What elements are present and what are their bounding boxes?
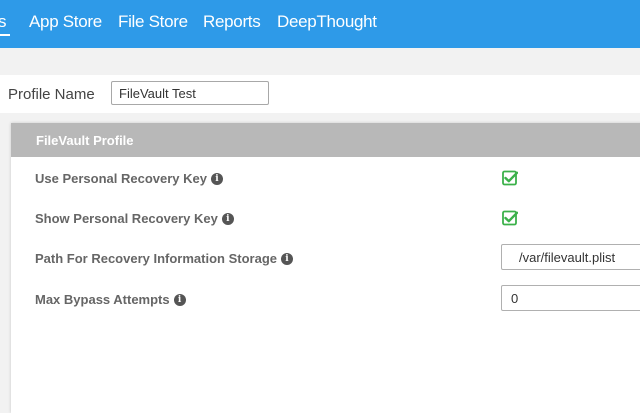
use-recovery-key-label-text: Use Personal Recovery Key	[35, 171, 207, 186]
info-circle-icon[interactable]: i	[221, 212, 234, 225]
nav-item-reports[interactable]: Reports	[203, 12, 261, 32]
panel-title: FileVault Profile	[36, 133, 134, 148]
recovery-path-input[interactable]	[501, 244, 640, 270]
recovery-path-label: Path For Recovery Information Storage i	[35, 251, 293, 266]
nav-item-file-store[interactable]: File Store	[118, 12, 188, 32]
panel-header: FileVault Profile	[11, 123, 640, 157]
use-recovery-key-checkbox[interactable]	[502, 170, 518, 186]
info-circle-icon[interactable]: i	[173, 293, 186, 306]
recovery-path-label-text: Path For Recovery Information Storage	[35, 251, 277, 266]
nav-item-app-store[interactable]: App Store	[29, 12, 102, 32]
nav-active-indicator	[0, 34, 10, 36]
info-circle-icon[interactable]: i	[281, 252, 293, 265]
max-bypass-input[interactable]	[501, 285, 640, 311]
profile-name-label: Profile Name	[8, 86, 95, 103]
nav-item-deepthought[interactable]: DeepThought	[277, 12, 377, 32]
show-recovery-key-label: Show Personal Recovery Key i	[35, 211, 234, 226]
info-circle-icon[interactable]: i	[210, 172, 223, 185]
nav-item-partial[interactable]: s	[0, 12, 7, 32]
use-recovery-key-label: Use Personal Recovery Key i	[35, 171, 223, 186]
top-navigation-bar: s App Store File Store Reports DeepThoug…	[0, 0, 640, 48]
profile-name-bar: Profile Name	[0, 75, 640, 113]
max-bypass-label: Max Bypass Attempts i	[35, 292, 186, 307]
show-recovery-key-label-text: Show Personal Recovery Key	[35, 211, 218, 226]
show-recovery-key-checkbox[interactable]	[502, 210, 518, 226]
max-bypass-label-text: Max Bypass Attempts	[35, 292, 170, 307]
profile-name-input[interactable]	[111, 81, 269, 105]
filevault-profile-panel: FileVault Profile Use Personal Recovery …	[11, 123, 640, 413]
